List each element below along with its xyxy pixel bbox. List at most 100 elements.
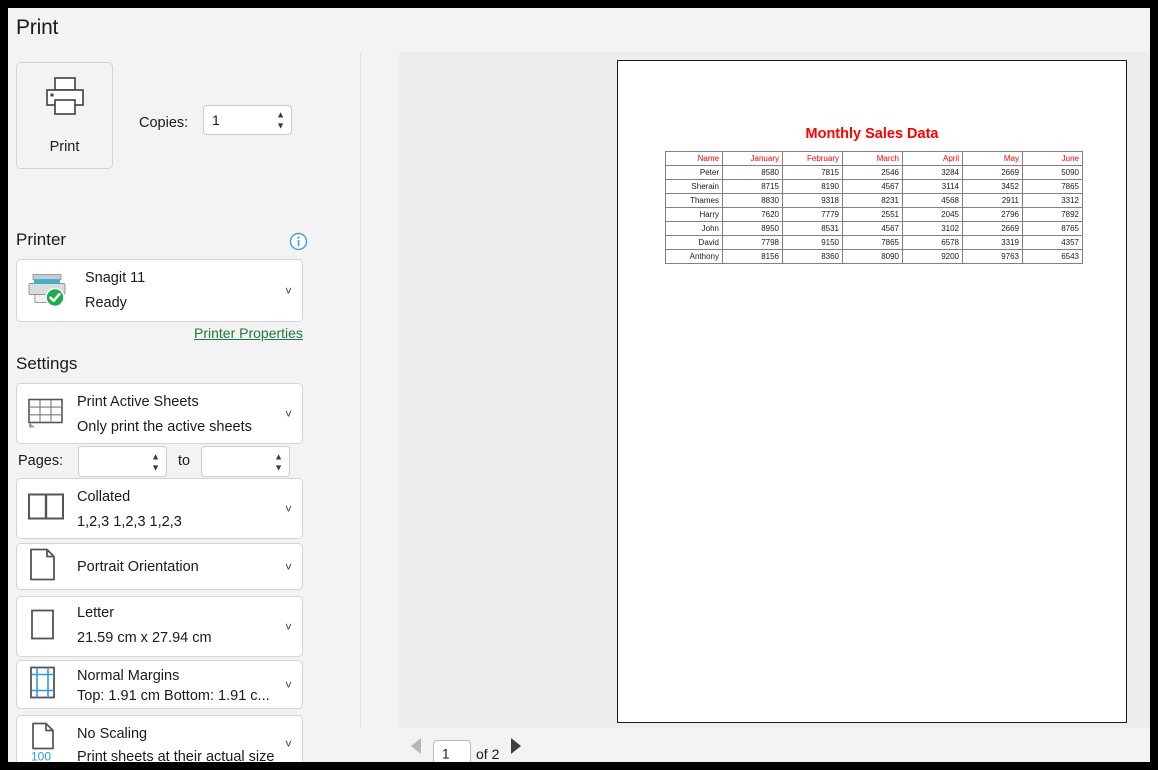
table-cell: 2796 — [963, 208, 1023, 222]
table-cell: David — [666, 236, 723, 250]
scaling-description: Print sheets at their actual size — [77, 749, 274, 762]
collation-title: Collated — [77, 489, 130, 505]
paper-size-title: Letter — [77, 605, 114, 621]
table-row: Harry762077792551204527967892 — [666, 208, 1083, 222]
spreadsheet-icon — [26, 394, 66, 433]
table-header-cell: April — [903, 152, 963, 166]
table-cell: 7865 — [1023, 180, 1083, 194]
table-cell: Thames — [666, 194, 723, 208]
chevron-down-icon[interactable]: ˅ — [285, 738, 292, 750]
chevron-down-icon[interactable]: ˅ — [285, 679, 292, 691]
print-range-select[interactable]: Print Active Sheets Only print the activ… — [16, 383, 303, 444]
table-cell: 3284 — [903, 166, 963, 180]
table-cell: 7779 — [783, 208, 843, 222]
table-header-cell: February — [783, 152, 843, 166]
table-cell: 2045 — [903, 208, 963, 222]
chevron-down-icon[interactable]: ˅ — [285, 621, 292, 633]
scaling-select[interactable]: 100 No Scaling Print sheets at their act… — [16, 715, 303, 762]
print-button[interactable]: Print — [16, 62, 113, 169]
table-cell: 8360 — [783, 250, 843, 264]
collate-icon — [26, 491, 66, 526]
table-cell: John — [666, 222, 723, 236]
table-cell: 8090 — [843, 250, 903, 264]
printer-properties-link[interactable]: Printer Properties — [194, 325, 303, 341]
margins-icon — [26, 664, 58, 705]
table-cell: 2911 — [963, 194, 1023, 208]
table-cell: 8190 — [783, 180, 843, 194]
table-row: Thames883093188231456829113312 — [666, 194, 1083, 208]
table-cell: 3319 — [963, 236, 1023, 250]
svg-text:100: 100 — [31, 749, 51, 762]
table-cell: 9200 — [903, 250, 963, 264]
printer-icon — [43, 76, 87, 123]
collation-select[interactable]: Collated 1,2,3 1,2,3 1,2,3 ˅ — [16, 478, 303, 539]
print-dialog: Print Print Copies: 1 ▲ ▼ Printe — [8, 8, 1150, 762]
stepper-up-icon[interactable]: ▲ — [151, 453, 160, 459]
table-cell: 8580 — [723, 166, 783, 180]
print-range-description: Only print the active sheets — [77, 419, 252, 435]
table-header-cell: March — [843, 152, 903, 166]
copies-stepper[interactable]: ▲ ▼ — [276, 112, 285, 129]
table-header-cell: June — [1023, 152, 1083, 166]
orientation-select[interactable]: Portrait Orientation ˅ — [16, 543, 303, 590]
table-cell: Anthony — [666, 250, 723, 264]
preview-page[interactable]: Monthly Sales Data NameJanuaryFebruaryMa… — [617, 60, 1127, 723]
print-button-label: Print — [17, 139, 112, 155]
chevron-down-icon[interactable]: ˅ — [285, 561, 292, 573]
settings-section-heading: Settings — [16, 354, 77, 374]
margins-select[interactable]: Normal Margins Top: 1.91 cm Bottom: 1.91… — [16, 660, 303, 709]
copies-label: Copies: — [139, 115, 188, 131]
orientation-title: Portrait Orientation — [77, 559, 199, 575]
table-cell: 7892 — [1023, 208, 1083, 222]
pages-to-input[interactable]: ▲ ▼ — [201, 446, 290, 477]
pages-from-stepper[interactable]: ▲ ▼ — [151, 453, 160, 470]
chevron-down-icon[interactable]: ˅ — [285, 503, 292, 515]
table-header-row: NameJanuaryFebruaryMarchAprilMayJune — [666, 152, 1083, 166]
scaling-title: No Scaling — [77, 726, 147, 742]
page-number-input[interactable]: 1 — [433, 740, 471, 762]
table-cell: 8156 — [723, 250, 783, 264]
table-cell: 6578 — [903, 236, 963, 250]
table-row: Peter858078152546328426695090 — [666, 166, 1083, 180]
stepper-down-icon[interactable]: ▼ — [151, 464, 160, 470]
stepper-up-icon[interactable]: ▲ — [276, 112, 285, 118]
table-cell: 6543 — [1023, 250, 1083, 264]
portrait-page-icon — [26, 546, 60, 587]
table-cell: 9318 — [783, 194, 843, 208]
chevron-down-icon[interactable]: ˅ — [285, 408, 292, 420]
table-cell: 9763 — [963, 250, 1023, 264]
table-row: Sherain871581904567311434527865 — [666, 180, 1083, 194]
printer-select[interactable]: Snagit 11 Ready ˅ — [16, 259, 303, 322]
pages-to-stepper[interactable]: ▲ ▼ — [274, 453, 283, 470]
table-header-cell: May — [963, 152, 1023, 166]
sales-data-table: NameJanuaryFebruaryMarchAprilMayJune Pet… — [665, 151, 1083, 264]
stepper-down-icon[interactable]: ▼ — [274, 464, 283, 470]
table-cell: 7815 — [783, 166, 843, 180]
table-cell: 3312 — [1023, 194, 1083, 208]
table-cell: 4568 — [903, 194, 963, 208]
stepper-up-icon[interactable]: ▲ — [274, 453, 283, 459]
table-row: Anthony815683608090920097636543 — [666, 250, 1083, 264]
scaling-100-icon: 100 — [26, 720, 62, 762]
print-settings-panel: Print Copies: 1 ▲ ▼ Printer — [8, 52, 360, 762]
copies-input[interactable]: 1 ▲ ▼ — [203, 105, 292, 135]
printer-name: Snagit 11 — [85, 270, 145, 286]
table-cell: 8830 — [723, 194, 783, 208]
page-title: Print — [16, 16, 58, 40]
stepper-down-icon[interactable]: ▼ — [276, 123, 285, 129]
table-header-cell: January — [723, 152, 783, 166]
paper-size-select[interactable]: Letter 21.59 cm x 27.94 cm ˅ — [16, 596, 303, 657]
collation-description: 1,2,3 1,2,3 1,2,3 — [77, 514, 182, 530]
table-cell: 8231 — [843, 194, 903, 208]
table-cell: Harry — [666, 208, 723, 222]
table-cell: 7798 — [723, 236, 783, 250]
chevron-down-icon[interactable]: ˅ — [285, 285, 292, 297]
table-cell: 5090 — [1023, 166, 1083, 180]
info-icon[interactable] — [289, 232, 308, 251]
table-cell: 8950 — [723, 222, 783, 236]
table-cell: Peter — [666, 166, 723, 180]
triangle-right-icon[interactable] — [511, 738, 521, 754]
pages-from-input[interactable]: ▲ ▼ — [78, 446, 167, 477]
triangle-left-icon[interactable] — [411, 738, 421, 754]
table-cell: Sherain — [666, 180, 723, 194]
